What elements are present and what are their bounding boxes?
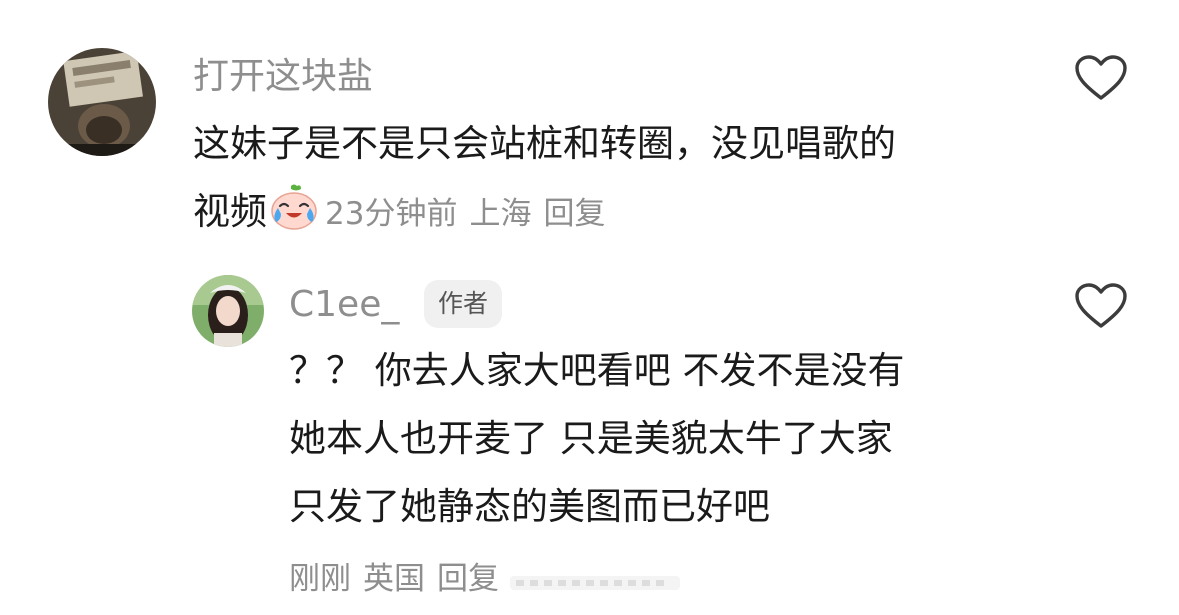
comment-meta: 23分钟前 上海 回复 [325, 196, 617, 232]
comment-text-line: 这妹子是不是只会站桩和转圈，没见唱歌的 [193, 122, 896, 165]
username[interactable]: 打开这块盐 [193, 59, 373, 95]
username[interactable]: C1ee_ [289, 287, 399, 323]
like-button[interactable] [1074, 54, 1128, 102]
author-badge: 作者 [424, 280, 503, 328]
comment-location: 上海 [469, 196, 532, 232]
heart-outline-icon [1075, 55, 1127, 100]
laughing-crying-emoji-icon [269, 182, 319, 232]
comment-meta: 刚刚 英国 回复 [289, 553, 511, 598]
comment-time: 23分钟前 [325, 196, 458, 232]
comment-text-line: 她本人也开麦了 只是美貌太牛了大家 [289, 417, 893, 460]
avatar[interactable] [192, 275, 264, 347]
comment-text-line: 视频 [193, 190, 267, 233]
watermark [510, 568, 680, 598]
comment-location: 英国 [363, 561, 425, 597]
comment-text: 这妹子是不是只会站桩和转圈，没见唱歌的 视频 23分钟前 上海 回复 [193, 110, 896, 248]
comment-time: 刚刚 [289, 561, 351, 597]
comment-text-line-with-meta: 视频 23分钟前 上海 回复 [193, 178, 896, 248]
comment-text-line: 只发了她静态的美图而已好吧 [289, 485, 770, 528]
heart-outline-icon [1075, 283, 1127, 328]
watermark-graphic [510, 576, 680, 590]
comment-text-line: ？？ 你去人家大吧看吧 不发不是没有 [289, 349, 905, 392]
like-button[interactable] [1074, 282, 1128, 330]
avatar[interactable] [48, 48, 156, 156]
reply-button[interactable]: 回复 [543, 196, 605, 232]
comment-text: ？？ 你去人家大吧看吧 不发不是没有 她本人也开麦了 只是美貌太牛了大家 只发了… [289, 337, 905, 541]
reply-button[interactable]: 回复 [437, 561, 499, 597]
